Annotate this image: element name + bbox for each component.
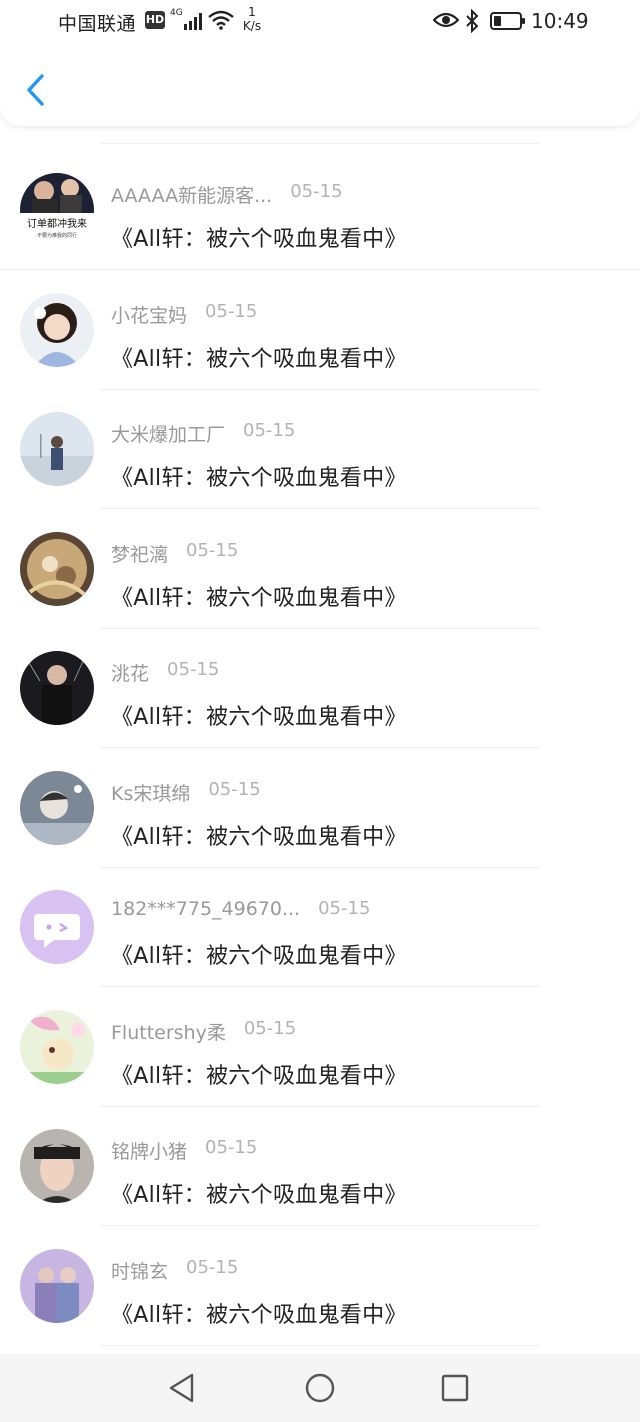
battery-level (494, 16, 501, 26)
carrier-label: 中国联通 (58, 13, 137, 35)
message-date: 05-15 (318, 898, 371, 919)
user-avatar[interactable] (20, 770, 94, 845)
message-date: 05-15 (290, 181, 343, 202)
speed-indicator: 1 K/s (240, 5, 264, 33)
message-row[interactable]: 时锦玄 05-15 《All轩：被六个吸血鬼看中》 (0, 1227, 640, 1346)
message-meta: Ks宋琪绵 05-15 (111, 779, 261, 806)
user-avatar[interactable] (20, 1129, 94, 1203)
user-avatar[interactable]: 订单都冲我来不要为难我的同行 (20, 173, 94, 247)
signal-icon (182, 12, 204, 30)
user-avatar[interactable] (20, 651, 94, 725)
speed-unit: K/s (242, 19, 262, 33)
message-date: 05-15 (205, 1137, 258, 1158)
message-meta: 洮花 05-15 (111, 659, 219, 686)
user-avatar[interactable] (20, 1248, 94, 1323)
message-row[interactable]: 铭牌小猪 05-15 《All轩：被六个吸血鬼看中》 (0, 1107, 640, 1226)
user-avatar[interactable] (20, 292, 94, 367)
message-date: 05-15 (186, 539, 239, 561)
message-meta: 梦祀漓 05-15 (111, 540, 238, 567)
screen: 中国联通 HD 4G 1 K/s 10:49 订单都冲我来 不要为难我的同行 A… (0, 0, 640, 1422)
message-row[interactable]: Ks宋琪绵 05-15 《All轩：被六个吸血鬼看中》 (0, 749, 640, 868)
username[interactable]: 182***775_49670... (111, 898, 300, 920)
username[interactable]: 时锦玄 (111, 1257, 168, 1284)
message-date: 05-15 (205, 300, 258, 322)
message-date: 05-15 (186, 1256, 239, 1278)
avatar-caption: 订单都冲我来 (27, 217, 87, 230)
clock: 10:49 (531, 9, 589, 33)
username[interactable]: 小花宝妈 (111, 301, 187, 328)
message-meta: 小花宝妈 05-15 (111, 301, 257, 328)
message-row[interactable]: 梦祀漓 05-15 《All轩：被六个吸血鬼看中》 (0, 510, 640, 629)
message-meta: 大米爆加工厂 05-15 (111, 420, 295, 447)
network-type: 4G (170, 8, 183, 18)
battery-icon (490, 12, 525, 30)
nav-home-button[interactable] (300, 1368, 340, 1408)
message-text[interactable]: 《All轩：被六个吸血鬼看中》 (111, 341, 407, 373)
list-divider (100, 143, 540, 144)
user-avatar[interactable] (20, 890, 94, 964)
circle-home-icon (305, 1373, 335, 1403)
user-avatar[interactable] (20, 412, 94, 486)
username[interactable]: AAAAA新能源客... (111, 181, 272, 208)
square-recent-icon (441, 1374, 469, 1402)
message-text[interactable]: 《All轩：被六个吸血鬼看中》 (111, 460, 407, 492)
username[interactable]: 铭牌小猪 (111, 1137, 187, 1164)
eye-icon (432, 10, 460, 35)
message-row[interactable]: 182***775_49670... 05-15 《All轩：被六个吸血鬼看中》 (0, 868, 640, 987)
message-date: 05-15 (208, 778, 261, 800)
username[interactable]: Fluttershy柔 (111, 1018, 226, 1045)
user-avatar[interactable] (20, 1009, 94, 1084)
chevron-left-icon (27, 74, 44, 106)
message-text[interactable]: 《All轩：被六个吸血鬼看中》 (111, 221, 407, 253)
message-date: 05-15 (167, 659, 220, 680)
message-date: 05-15 (243, 420, 296, 441)
message-meta: Fluttershy柔 05-15 (111, 1018, 296, 1045)
bluetooth-icon (464, 8, 480, 38)
status-bar: 中国联通 HD 4G 1 K/s 10:49 (0, 0, 640, 44)
back-button[interactable] (18, 68, 54, 112)
message-list[interactable]: 订单都冲我来不要为难我的同行 AAAAA新能源客... 05-15 《All轩：被六个… (0, 126, 640, 1354)
message-meta: 时锦玄 05-15 (111, 1257, 238, 1284)
triangle-back-icon (169, 1373, 194, 1403)
username[interactable]: Ks宋琪绵 (111, 779, 190, 806)
row-divider (100, 1344, 540, 1346)
username[interactable]: 洮花 (111, 659, 149, 686)
message-text[interactable]: 《All轩：被六个吸血鬼看中》 (111, 1177, 407, 1209)
message-date: 05-15 (243, 1017, 297, 1039)
message-row[interactable]: Fluttershy柔 05-15 《All轩：被六个吸血鬼看中》 (0, 988, 640, 1107)
message-row[interactable]: 大米爆加工厂 05-15 《All轩：被六个吸血鬼看中》 (0, 390, 640, 509)
wifi-icon (208, 10, 234, 35)
message-text[interactable]: 《All轩：被六个吸血鬼看中》 (111, 1058, 407, 1090)
avatar-subcaption: 不要为难我的同行 (37, 232, 77, 239)
nav-back-button[interactable] (162, 1368, 202, 1408)
username[interactable]: 大米爆加工厂 (111, 420, 225, 447)
header: 中国联通 HD 4G 1 K/s 10:49 (0, 0, 640, 126)
message-meta: AAAAA新能源客... 05-15 (111, 181, 343, 208)
message-text[interactable]: 《All轩：被六个吸血鬼看中》 (111, 580, 407, 612)
user-avatar[interactable] (20, 531, 94, 606)
message-text[interactable]: 《All轩：被六个吸血鬼看中》 (111, 699, 407, 731)
message-row[interactable]: 洮花 05-15 《All轩：被六个吸血鬼看中》 (0, 629, 640, 748)
message-meta: 182***775_49670... 05-15 (111, 898, 370, 920)
speed-value: 1 (248, 5, 256, 19)
message-row[interactable]: 小花宝妈 05-15 《All轩：被六个吸血鬼看中》 (0, 271, 640, 390)
hd-badge: HD (145, 11, 165, 29)
message-row[interactable]: 订单都冲我来不要为难我的同行 AAAAA新能源客... 05-15 《All轩：被六个… (0, 151, 640, 270)
username[interactable]: 梦祀漓 (111, 540, 168, 567)
message-meta: 铭牌小猪 05-15 (111, 1137, 257, 1164)
message-text[interactable]: 《All轩：被六个吸血鬼看中》 (111, 938, 407, 970)
navigation-bar (0, 1354, 640, 1422)
nav-recent-button[interactable] (435, 1368, 475, 1408)
message-text[interactable]: 《All轩：被六个吸血鬼看中》 (111, 1297, 407, 1329)
message-text[interactable]: 《All轩：被六个吸血鬼看中》 (111, 819, 407, 851)
